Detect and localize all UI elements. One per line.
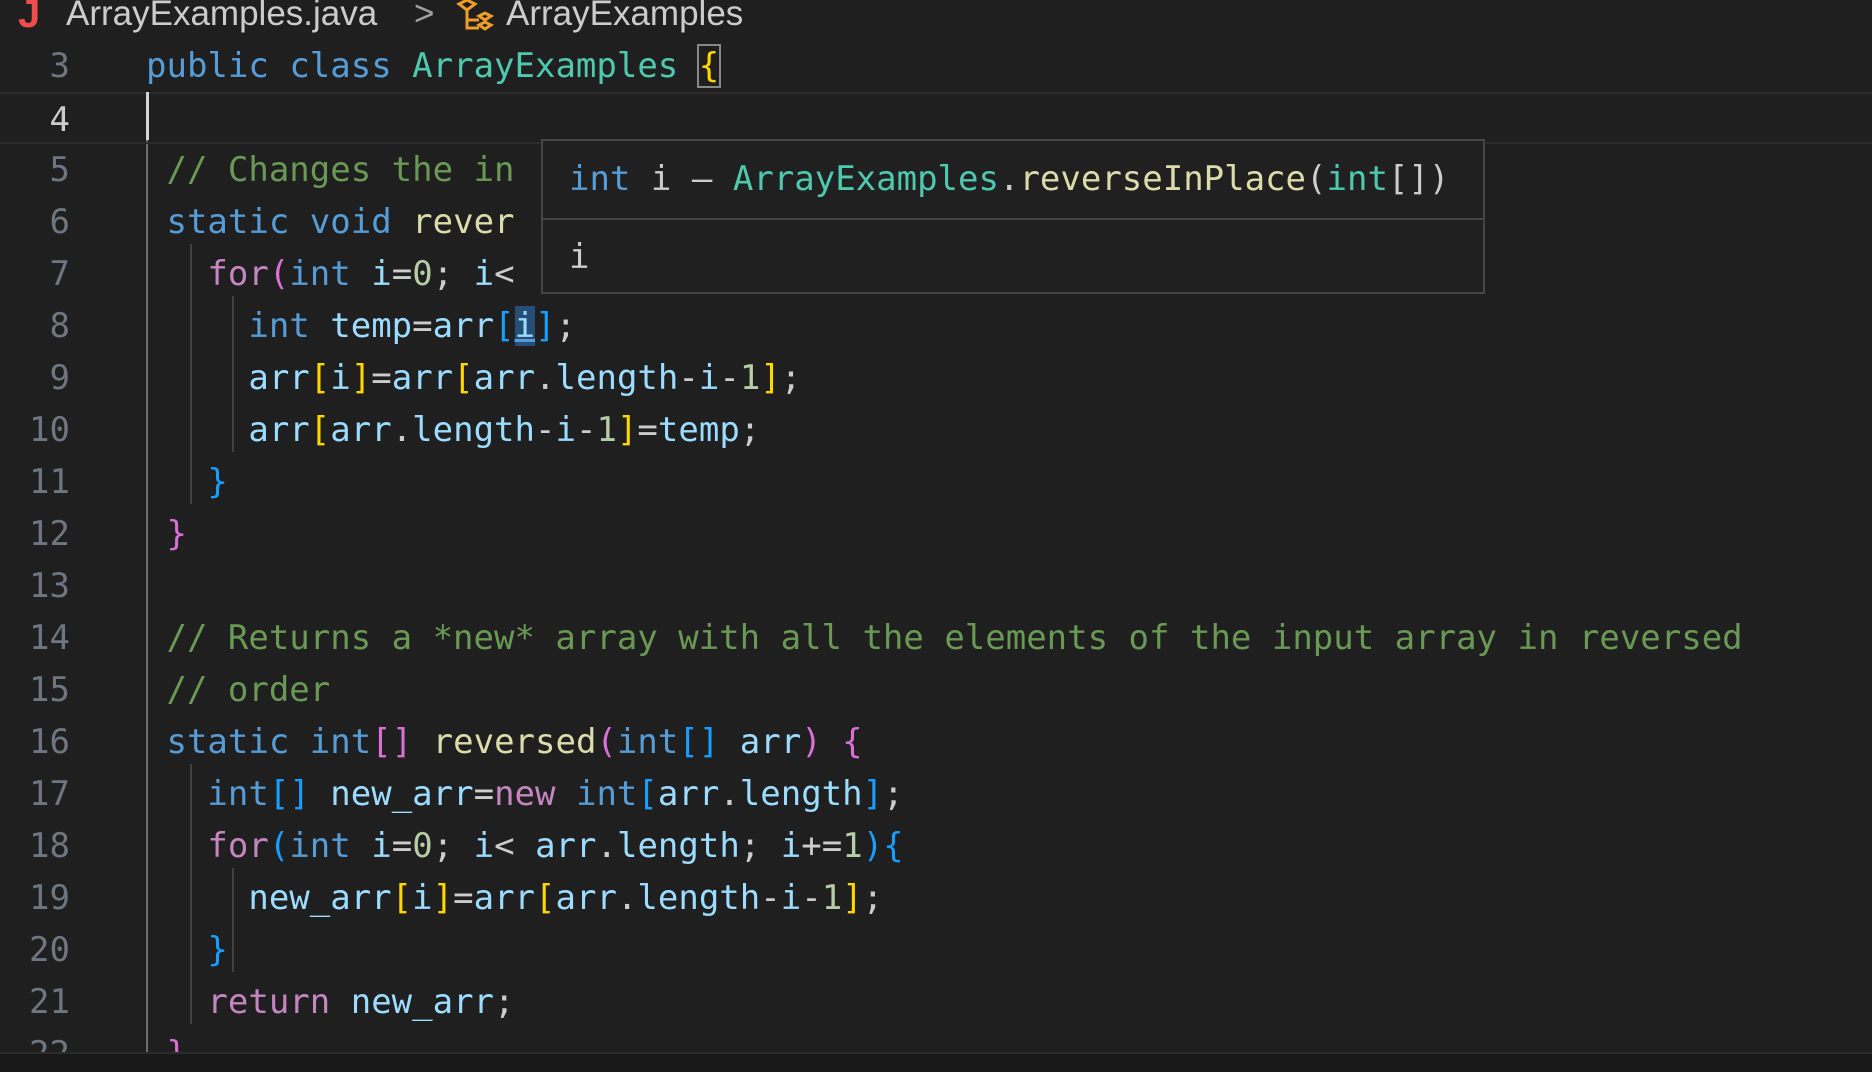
code-text[interactable]: arr[i]=arr[arr.length-i-1];	[146, 354, 801, 402]
code-line[interactable]: 15 // order	[0, 664, 1872, 716]
line-number: 4	[49, 100, 70, 140]
line-number: 20	[29, 930, 70, 970]
hover-dash: –	[691, 159, 713, 199]
code-text[interactable]: arr[arr.length-i-1]=temp;	[146, 406, 760, 454]
code-line[interactable]: 9 arr[i]=arr[arr.length-i-1];	[0, 352, 1872, 404]
code-text[interactable]: static void rever	[146, 198, 514, 246]
hover-brackets: []	[1387, 159, 1429, 199]
line-number: 13	[29, 566, 70, 606]
horizontal-scrollbar[interactable]	[0, 1052, 1872, 1072]
hover-method: reverseInPlace	[1019, 159, 1307, 199]
code-text[interactable]: for(int i=0; i< arr.length; i+=1){	[146, 822, 903, 870]
breadcrumb-class[interactable]: ArrayExamples	[506, 0, 743, 34]
hover-param-type: int	[1326, 159, 1388, 199]
line-number: 15	[29, 670, 70, 710]
line-number: 5	[49, 150, 70, 190]
line-number: 11	[29, 462, 70, 502]
code-line[interactable]: 19 new_arr[i]=arr[arr.length-i-1];	[0, 872, 1872, 924]
line-number: 3	[49, 46, 70, 86]
code-text[interactable]: // Returns a *new* array with all the el…	[146, 614, 1742, 662]
code-text[interactable]: // Changes the in	[146, 146, 514, 194]
code-text[interactable]: public class ArrayExamples {	[146, 42, 722, 90]
code-line[interactable]: 13	[0, 560, 1872, 612]
hover-var-name: i	[650, 159, 672, 199]
hover-doc: i	[569, 237, 590, 277]
line-number: 14	[29, 618, 70, 658]
code-text[interactable]: }	[146, 510, 186, 558]
code-line[interactable]: 21 return new_arr;	[0, 976, 1872, 1028]
code-line[interactable]: 10 arr[arr.length-i-1]=temp;	[0, 404, 1872, 456]
code-line-current[interactable]: 4	[0, 92, 1872, 144]
code-text[interactable]: }	[146, 458, 227, 506]
breadcrumb-file[interactable]: ArrayExamples.java	[66, 0, 377, 34]
code-editor[interactable]: J ArrayExamples.java > ArrayExamples 3 p…	[0, 0, 1872, 1072]
line-number: 17	[29, 774, 70, 814]
hover-divider	[543, 218, 1483, 220]
code-line[interactable]: 16 static int[] reversed(int[] arr) {	[0, 716, 1872, 768]
code-text[interactable]: int[] new_arr=new int[arr.length];	[146, 770, 903, 818]
hover-type: int	[569, 159, 631, 199]
code-line[interactable]: 11 }	[0, 456, 1872, 508]
code-text[interactable]: int temp=arr[i];	[146, 302, 576, 350]
line-number: 19	[29, 878, 70, 918]
code-text[interactable]: return new_arr;	[146, 978, 514, 1026]
code-text[interactable]: for(int i=0; i<	[146, 250, 514, 298]
line-number: 7	[49, 254, 70, 294]
code-text[interactable]: new_arr[i]=arr[arr.length-i-1];	[146, 874, 883, 922]
hover-class: ArrayExamples	[732, 159, 999, 199]
line-number: 12	[29, 514, 70, 554]
line-number: 9	[49, 358, 70, 398]
code-line[interactable]: 14 // Returns a *new* array with all the…	[0, 612, 1872, 664]
breadcrumb: J ArrayExamples.java > ArrayExamples	[0, 0, 1872, 40]
code-text[interactable]: }	[146, 926, 227, 974]
code-text[interactable]: static int[] reversed(int[] arr) {	[146, 718, 862, 766]
java-file-icon: J	[18, 0, 41, 36]
hover-tooltip[interactable]: int i – ArrayExamples.reverseInPlace(int…	[541, 139, 1485, 294]
code-line[interactable]: 17 int[] new_arr=new int[arr.length];	[0, 768, 1872, 820]
line-number: 18	[29, 826, 70, 866]
line-number: 10	[29, 410, 70, 450]
hover-signature: int i – ArrayExamples.reverseInPlace(int…	[569, 159, 1450, 199]
code-line[interactable]: 12 }	[0, 508, 1872, 560]
class-symbol-icon	[455, 0, 495, 45]
text-cursor	[146, 92, 149, 140]
code-line[interactable]: 8 int temp=arr[i];	[0, 300, 1872, 352]
code-line[interactable]: 3 public class ArrayExamples {	[0, 40, 1872, 92]
line-number: 8	[49, 306, 70, 346]
code-text[interactable]: // order	[146, 666, 330, 714]
chevron-right-icon: >	[414, 0, 435, 33]
line-number: 6	[49, 202, 70, 242]
line-number: 21	[29, 982, 70, 1022]
line-number: 16	[29, 722, 70, 762]
code-line[interactable]: 18 for(int i=0; i< arr.length; i+=1){	[0, 820, 1872, 872]
code-line[interactable]: 20 }	[0, 924, 1872, 976]
